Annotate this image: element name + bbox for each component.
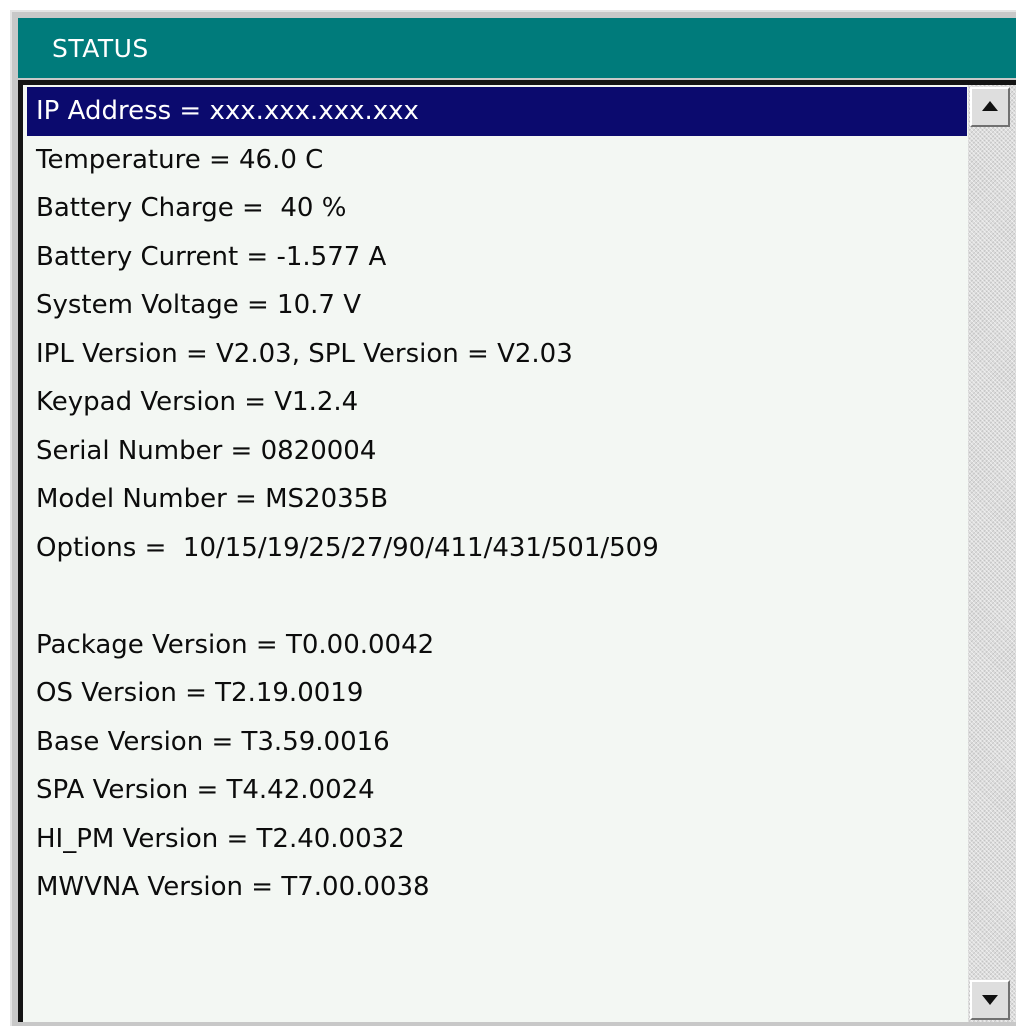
list-item[interactable]: Package Version = T0.00.0042 — [27, 621, 967, 670]
list-item[interactable]: Battery Current = -1.577 A — [27, 233, 967, 282]
list-item[interactable]: Base Version = T3.59.0016 — [27, 718, 967, 767]
list-item[interactable] — [27, 572, 967, 621]
list-item[interactable]: Serial Number = 0820004 — [27, 427, 967, 476]
list-item[interactable]: OS Version = T2.19.0019 — [27, 669, 967, 718]
list-item[interactable]: HI_PM Version = T2.40.0032 — [27, 815, 967, 864]
list-item[interactable]: MWVNA Version = T7.00.0038 — [27, 863, 967, 912]
list-item[interactable]: Battery Charge = 40 % — [27, 184, 967, 233]
panel-title: STATUS — [52, 34, 149, 63]
list-item[interactable]: Temperature = 46.0 C — [27, 136, 967, 185]
arrow-up-icon — [982, 101, 998, 111]
list-item[interactable]: Model Number = MS2035B — [27, 475, 967, 524]
list-item[interactable]: IPL Version = V2.03, SPL Version = V2.03 — [27, 330, 967, 379]
scroll-down-button[interactable] — [970, 980, 1010, 1020]
arrow-down-icon — [982, 995, 998, 1005]
list-item[interactable]: SPA Version = T4.42.0024 — [27, 766, 967, 815]
list-item[interactable]: IP Address = xxx.xxx.xxx.xxx — [27, 87, 967, 136]
vertical-scrollbar[interactable] — [968, 85, 1016, 1022]
list-item[interactable]: Keypad Version = V1.2.4 — [27, 378, 967, 427]
list-item[interactable]: System Voltage = 10.7 V — [27, 281, 967, 330]
status-window: STATUS IP Address = xxx.xxx.xxx.xxx Temp… — [0, 0, 1016, 1026]
title-bar: STATUS — [18, 18, 1016, 78]
list-item[interactable]: Options = 10/15/19/25/27/90/411/431/501/… — [27, 524, 967, 573]
status-list[interactable]: IP Address = xxx.xxx.xxx.xxx Temperature… — [18, 80, 1016, 1022]
status-list-items: IP Address = xxx.xxx.xxx.xxx Temperature… — [27, 87, 967, 1017]
scroll-up-button[interactable] — [970, 87, 1010, 127]
